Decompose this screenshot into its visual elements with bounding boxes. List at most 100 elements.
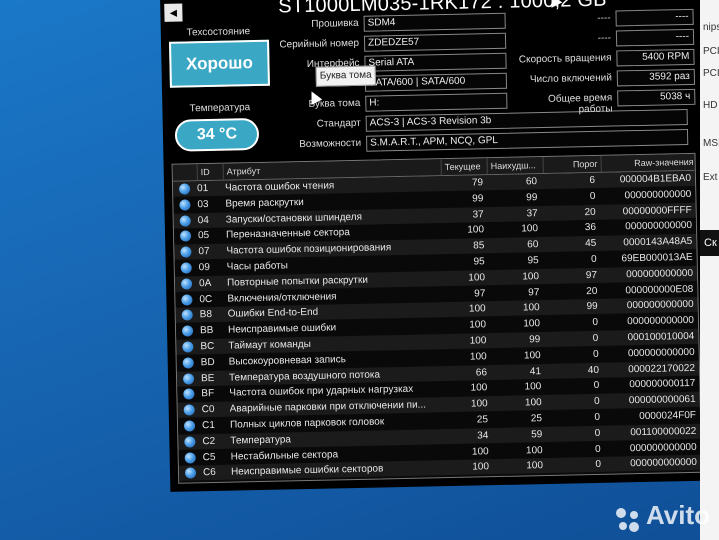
status-dot-icon [183, 404, 195, 416]
cell-worst: 95 [527, 255, 539, 267]
temperature-badge[interactable]: 34 °C [174, 117, 260, 152]
cell-current: 97 [474, 287, 486, 300]
cell-threshold: 0 [594, 443, 601, 455]
cell-id: B8 [199, 309, 213, 321]
edge-text-1: nipse [703, 22, 719, 33]
cell-worst: 100 [524, 381, 542, 393]
cell-raw: 000000000000 [629, 441, 697, 454]
cell-worst: 100 [526, 460, 544, 472]
cell-current: 100 [472, 461, 490, 473]
cell-worst: 41 [529, 365, 542, 377]
cell-worst: 25 [530, 413, 543, 425]
cell-id: BE [200, 372, 215, 384]
cell-worst: 97 [528, 286, 540, 298]
column-worst-header[interactable]: Наихудш... [486, 157, 543, 175]
cell-current: 100 [470, 398, 488, 410]
cell-threshold: 0 [595, 459, 602, 471]
status-dot-icon [182, 341, 194, 353]
features-value: S.M.A.R.T., APM, NCQ, GPL [366, 128, 689, 152]
cell-raw: 000000000061 [628, 394, 696, 407]
cell-threshold: 0 [590, 253, 597, 266]
cell-id: 04 [197, 214, 209, 226]
features-label: Возможности [299, 137, 362, 151]
column-current-header[interactable]: Текущее [440, 158, 487, 176]
cell-raw: 0000143A48A5 [623, 236, 693, 249]
cell-raw: 000000000000 [626, 267, 694, 281]
cell-threshold: 0 [593, 380, 600, 392]
power-on-count-label: Число включений [529, 72, 612, 86]
cell-worst: 37 [526, 207, 538, 219]
cell-raw: 000000000E08 [625, 283, 694, 296]
status-dot-icon [178, 183, 191, 195]
cell-threshold: 6 [589, 174, 596, 187]
cell-current: 34 [477, 430, 489, 442]
edge-text-6: Ext [703, 172, 718, 183]
cell-raw: 000000000000 [627, 346, 695, 360]
column-id-header[interactable]: ID [196, 163, 223, 181]
smart-attributes-table[interactable]: ID Атрибут Текущее Наихудш... Порог Raw-… [171, 152, 703, 484]
cell-worst: 60 [525, 176, 538, 188]
cell-current: 79 [471, 177, 484, 189]
cell-threshold: 0 [592, 332, 599, 345]
cell-id: 07 [198, 246, 210, 258]
back-arrow-icon[interactable]: ◄ [164, 3, 183, 22]
status-dot-icon [181, 309, 193, 322]
firmware-value: SDM4 [363, 12, 506, 32]
cell-raw: 000000000000 [630, 457, 698, 470]
cell-id: 01 [196, 183, 209, 195]
edge-text-4: HD [703, 100, 718, 111]
mode-value: SATA/600 | SATA/600 [364, 72, 508, 92]
status-dot-icon [183, 388, 195, 400]
app-window: ◄ ST1000LM035-1RK172 : 1000,2 GB Техсост… [160, 0, 711, 492]
cell-raw: 001100000022 [630, 425, 697, 439]
cell-raw: 000000000000 [624, 188, 692, 202]
status-dot-icon [180, 262, 192, 274]
cell-current: 37 [472, 208, 484, 221]
blank-value-2: ---- [615, 28, 695, 47]
status-dot-icon [181, 325, 194, 337]
cell-worst: 100 [521, 223, 539, 235]
cell-id: 0A [198, 277, 212, 290]
column-threshold-header[interactable]: Порог [542, 155, 601, 174]
cell-id: BD [200, 356, 215, 369]
cell-current: 100 [469, 335, 487, 347]
cell-raw: 000100010004 [627, 330, 695, 344]
health-status-badge[interactable]: Хорошо [169, 39, 270, 88]
volume-letter-tooltip: Буква тома [315, 65, 376, 87]
cell-current: 100 [471, 445, 489, 458]
cell-threshold: 0 [593, 396, 600, 408]
cell-id: BC [200, 340, 215, 353]
column-raw-header[interactable]: Raw-значения [600, 153, 697, 172]
blank-value-1: ---- [615, 8, 694, 27]
power-on-hours-value: 5038 ч [617, 88, 696, 107]
firmware-label: Прошивка [311, 17, 359, 30]
power-on-hours-label: Общее время работы [547, 92, 613, 116]
edge-text-2: PCI [703, 46, 719, 57]
cell-threshold: 36 [584, 222, 597, 234]
cell-threshold: 99 [586, 301, 598, 313]
cell-raw: 000000000000 [626, 299, 694, 312]
edge-button[interactable]: Ск [700, 230, 719, 256]
avito-logo-icon [616, 508, 639, 532]
cell-worst: 100 [522, 302, 540, 314]
status-dot-icon [179, 215, 191, 227]
cell-threshold: 0 [589, 190, 596, 202]
serial-label: Серийный номер [279, 37, 360, 51]
status-dot-icon [182, 372, 195, 385]
cell-id: C1 [201, 419, 215, 432]
cell-threshold: 0 [594, 411, 601, 423]
blank-label-2: ---- [597, 32, 612, 44]
cell-raw: 00000000FFFF [622, 204, 692, 217]
rotation-speed-value: 5400 RPM [616, 48, 695, 67]
cell-current: 100 [469, 351, 487, 363]
cell-current: 100 [470, 382, 488, 394]
cell-id: 0C [199, 293, 213, 305]
cell-worst: 100 [523, 349, 541, 362]
cell-threshold: 45 [585, 238, 597, 250]
status-dot-icon [179, 230, 192, 243]
cell-current: 100 [468, 303, 486, 315]
cell-worst: 99 [526, 191, 538, 204]
cell-id: BB [199, 325, 214, 337]
cell-worst: 59 [531, 428, 543, 441]
status-dot-icon [181, 293, 193, 306]
